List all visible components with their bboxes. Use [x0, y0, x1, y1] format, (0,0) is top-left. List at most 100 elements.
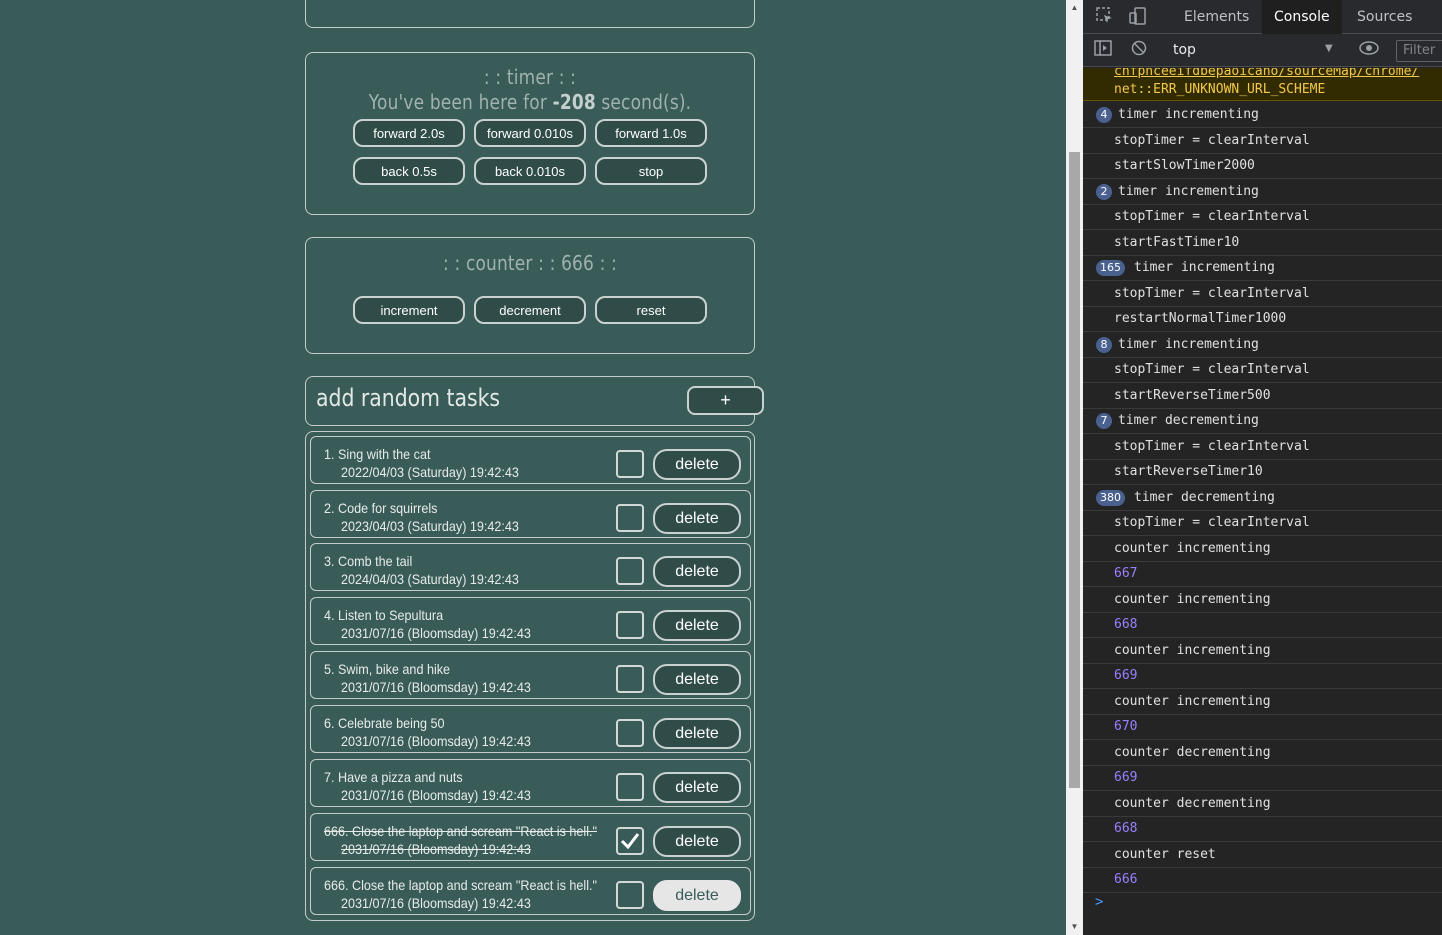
console-toolbar: top ▼ Filter [1083, 34, 1442, 67]
task-item: 7. Have a pizza and nuts 2031/07/16 (Blo… [310, 759, 751, 807]
devtools-tab-bar: Elements Console Sources ▐ [1083, 0, 1442, 34]
task-checkbox[interactable] [616, 881, 644, 909]
console-message: stopTimer = clearInterval [1083, 128, 1442, 154]
live-expression-eye-icon[interactable] [1359, 40, 1379, 60]
task-checkbox[interactable] [616, 557, 644, 585]
task-checkbox[interactable] [616, 719, 644, 747]
forward-1s-button[interactable]: forward 1.0s [595, 119, 707, 147]
task-date: 2031/07/16 (Bloomsday) 19:42:43 [341, 625, 531, 641]
console-message: startReverseTimer500 [1083, 383, 1442, 409]
console-message: counter incrementing [1083, 536, 1442, 562]
console-message-text: stopTimer = clearInterval [1114, 132, 1310, 148]
delete-button[interactable]: delete [653, 610, 741, 641]
context-dropdown-icon[interactable]: ▼ [1325, 43, 1333, 54]
console-message: 668 [1083, 816, 1442, 842]
console-message: 667 [1083, 561, 1442, 587]
inspect-element-icon[interactable] [1095, 7, 1115, 27]
task-title: 666. Close the laptop and scream "React … [324, 823, 597, 839]
stop-button[interactable]: stop [595, 157, 707, 185]
scrollbar-thumb[interactable] [1069, 152, 1080, 788]
console-message-text: 668 [1114, 821, 1138, 836]
console-message: restartNormalTimer1000 [1083, 306, 1442, 332]
back-05s-button[interactable]: back 0.5s [353, 157, 465, 185]
clear-console-icon[interactable] [1129, 40, 1149, 60]
console-message-text: timer decrementing [1134, 489, 1275, 505]
delete-button[interactable]: delete [653, 880, 741, 911]
console-message-text: counter decrementing [1114, 744, 1271, 760]
device-toolbar-icon[interactable] [1128, 7, 1148, 27]
console-message-text: stopTimer = clearInterval [1114, 209, 1310, 224]
task-title: 666. Close the laptop and scream "React … [324, 877, 597, 893]
warning-message: net::ERR_UNKNOWN_URL_SCHEME [1114, 82, 1326, 97]
task-title: 1. Sing with the cat [324, 446, 431, 462]
task-item: 5. Swim, bike and hike 2031/07/16 (Bloom… [310, 651, 751, 699]
task-checkbox[interactable] [616, 665, 644, 693]
increment-button[interactable]: increment [353, 296, 465, 324]
forward-2s-button[interactable]: forward 2.0s [353, 119, 465, 147]
decrement-button[interactable]: decrement [474, 296, 586, 324]
console-message: 7 timer decrementing [1083, 408, 1442, 434]
console-message: counter incrementing [1083, 638, 1442, 664]
sidebar-toggle-icon[interactable] [1093, 40, 1113, 60]
console-message-text: counter incrementing [1114, 642, 1271, 658]
repeat-count-badge: 380 [1096, 489, 1125, 506]
add-task-button[interactable]: + [687, 386, 764, 415]
task-item: 2. Code for squirrels 2023/04/03 (Saturd… [310, 490, 751, 538]
task-checkbox[interactable] [616, 450, 644, 478]
console-message: 4 timer incrementing [1083, 102, 1442, 128]
scroll-up-arrow-icon[interactable]: ▲ [1066, 0, 1083, 16]
tab-sources[interactable]: Sources [1345, 0, 1424, 34]
delete-button[interactable]: delete [653, 664, 741, 695]
console-message-text: 667 [1114, 566, 1138, 581]
console-message-text: timer incrementing [1118, 336, 1259, 352]
delete-button[interactable]: delete [653, 772, 741, 803]
timer-message-prefix: You've been here for [368, 90, 548, 114]
console-message-text: 669 [1114, 770, 1138, 785]
delete-button[interactable]: delete [653, 826, 741, 857]
console-message: counter incrementing [1083, 587, 1442, 613]
console-filter-input[interactable]: Filter [1396, 40, 1442, 62]
task-checkbox[interactable] [616, 773, 644, 801]
task-list: 1. Sing with the cat 2022/04/03 (Saturda… [305, 431, 755, 921]
console-message: 666 [1083, 867, 1442, 893]
repeat-count-badge: 4 [1096, 107, 1112, 123]
delete-button[interactable]: delete [653, 556, 741, 587]
console-message-text: startSlowTimer2000 [1114, 158, 1255, 173]
task-item: 6. Celebrate being 50 2031/07/16 (Blooms… [310, 705, 751, 753]
task-checkbox[interactable] [616, 611, 644, 639]
console-message-text: counter incrementing [1114, 540, 1271, 556]
scroll-down-arrow-icon[interactable]: ▼ [1066, 919, 1083, 935]
console-message: stopTimer = clearInterval [1083, 357, 1442, 383]
task-date: 2024/04/03 (Saturday) 19:42:43 [341, 571, 519, 587]
delete-button[interactable]: delete [653, 718, 741, 749]
back-0010s-button[interactable]: back 0.010s [474, 157, 586, 185]
task-checkbox-checked[interactable] [616, 827, 644, 855]
warning-source-link[interactable]: chfphceeifdbepaoicaho/sourceMap/chrome/ [1114, 68, 1419, 79]
task-item: 666. Close the laptop and scream "React … [310, 867, 751, 915]
reset-button[interactable]: reset [595, 296, 707, 324]
console-message-text: counter reset [1114, 846, 1216, 862]
add-tasks-panel: add random tasks + [305, 376, 764, 426]
task-date: 2031/07/16 (Bloomsday) 19:42:43 [341, 733, 531, 749]
console-message: counter reset [1083, 842, 1442, 868]
counter-title: : : counter : : 666 : : [443, 251, 617, 275]
console-message-text: stopTimer = clearInterval [1114, 515, 1310, 530]
delete-button[interactable]: delete [653, 449, 741, 480]
task-checkbox[interactable] [616, 504, 644, 532]
console-prompt[interactable]: > [1095, 894, 1103, 910]
console-message-text: counter decrementing [1114, 795, 1271, 811]
delete-button[interactable]: delete [653, 503, 741, 534]
checkmark-icon [620, 833, 640, 850]
tab-elements[interactable]: Elements [1172, 0, 1261, 34]
context-selector[interactable]: top [1173, 42, 1196, 58]
page-scrollbar[interactable]: ▲ ▼ [1066, 0, 1083, 935]
task-date: 2031/07/16 (Bloomsday) 19:42:43 [341, 841, 531, 857]
tab-console[interactable]: Console [1262, 0, 1342, 34]
console-warning: chfphceeifdbepaoicaho/sourceMap/chrome/ … [1083, 68, 1442, 101]
more-tabs-icon[interactable]: ▐ [1435, 7, 1442, 27]
console-output: chfphceeifdbepaoicaho/sourceMap/chrome/ … [1083, 68, 1442, 935]
console-message-text: timer decrementing [1118, 413, 1259, 428]
console-message: stopTimer = clearInterval [1083, 281, 1442, 307]
task-date: 2022/04/03 (Saturday) 19:42:43 [341, 464, 519, 480]
forward-0010s-button[interactable]: forward 0.010s [474, 119, 586, 147]
